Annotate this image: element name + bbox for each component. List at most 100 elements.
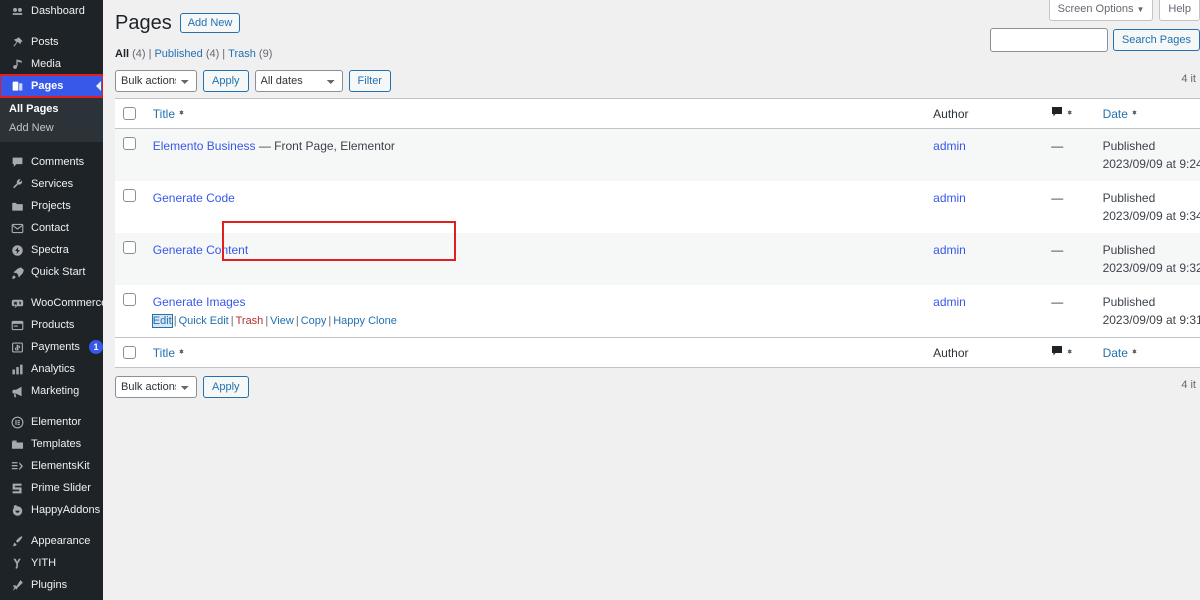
- comment-icon: [9, 154, 25, 170]
- sidebar-item-elementor[interactable]: Elementor: [0, 411, 103, 433]
- apply-button-top[interactable]: Apply: [203, 70, 249, 92]
- sort-title-link[interactable]: Title ▲ ▼: [153, 107, 185, 121]
- row-author-link[interactable]: admin: [933, 295, 966, 309]
- comment-bubble-icon: [1051, 345, 1063, 360]
- sidebar-item-pages[interactable]: Pages: [0, 74, 103, 98]
- sidebar-item-analytics[interactable]: Analytics: [0, 358, 103, 380]
- filter-all-count: (4): [132, 48, 146, 60]
- row-action-clone[interactable]: Happy Clone: [333, 315, 397, 327]
- sidebar-item-quick-start-label: Quick Start: [31, 266, 86, 278]
- happyaddons-icon: [9, 502, 25, 518]
- column-header-date[interactable]: Date ▲ ▼: [1094, 98, 1200, 129]
- sidebar-item-elementskit[interactable]: ElementsKit: [0, 455, 103, 477]
- submenu-item-all-pages[interactable]: All Pages: [9, 100, 103, 119]
- row-title-link[interactable]: Generate Content: [153, 243, 248, 257]
- column-footer-date[interactable]: Date ▲ ▼: [1094, 337, 1200, 368]
- admin-sidebar: Dashboard Posts Media Pages All Pages Add New…: [0, 0, 103, 600]
- row-author-cell: admin: [925, 129, 1043, 182]
- select-all-checkbox-bottom[interactable]: [123, 346, 136, 359]
- folder-icon: [9, 198, 25, 214]
- media-icon: [9, 56, 25, 72]
- sidebar-item-dashboard[interactable]: Dashboard: [0, 0, 103, 22]
- table-header-row: Title ▲ ▼ Author ▲ ▼ Date ▲ ▼: [115, 98, 1200, 129]
- column-header-title[interactable]: Title ▲ ▼: [144, 98, 926, 129]
- row-date-value: 2023/09/09 at 9:31 am: [1102, 313, 1200, 327]
- filter-all[interactable]: All (4) |: [115, 48, 154, 60]
- row-author-link[interactable]: admin: [933, 243, 966, 257]
- sidebar-item-products[interactable]: Products: [0, 314, 103, 336]
- sidebar-item-posts[interactable]: Posts: [0, 31, 103, 53]
- row-checkbox[interactable]: [123, 189, 136, 202]
- sidebar-item-templates[interactable]: Templates: [0, 433, 103, 455]
- sidebar-item-prime-slider[interactable]: Prime Slider: [0, 477, 103, 499]
- sort-date-link[interactable]: Date ▲ ▼: [1103, 107, 1138, 121]
- column-footer-comments[interactable]: ▲ ▼: [1043, 337, 1095, 368]
- page-title: Pages: [115, 12, 172, 34]
- sort-indicator-icon: ▲ ▼: [178, 348, 185, 356]
- filter-trash[interactable]: Trash (9): [228, 48, 272, 60]
- sidebar-item-comments[interactable]: Comments: [0, 151, 103, 173]
- sidebar-item-woocommerce[interactable]: WooCommerce: [0, 292, 103, 314]
- column-date-label-footer: Date: [1102, 345, 1128, 360]
- filter-all-link[interactable]: All: [115, 48, 129, 60]
- sidebar-item-plugins-label: Plugins: [31, 579, 68, 591]
- row-author-link[interactable]: admin: [933, 191, 966, 205]
- sidebar-item-media[interactable]: Media: [0, 53, 103, 75]
- sidebar-item-happyaddons[interactable]: HappyAddons: [0, 499, 103, 521]
- sort-date-link-footer[interactable]: Date ▲ ▼: [1103, 346, 1138, 360]
- sort-comments-link[interactable]: ▲ ▼: [1051, 106, 1073, 121]
- submenu-item-add-new[interactable]: Add New: [9, 119, 103, 138]
- tablenav-top: Bulk actionsEditMove to Trash Apply All …: [115, 70, 1200, 92]
- sidebar-item-users[interactable]: Users: [0, 596, 103, 600]
- row-date-cell: Published 2023/09/09 at 9:24 am: [1095, 129, 1200, 182]
- table-head: Title ▲ ▼ Author ▲ ▼ Date ▲ ▼: [115, 98, 1200, 129]
- apply-button-bottom[interactable]: Apply: [203, 376, 249, 398]
- row-action-trash[interactable]: Trash: [236, 315, 264, 327]
- sort-title-link-footer[interactable]: Title ▲ ▼: [153, 346, 185, 360]
- sidebar-item-plugins[interactable]: Plugins: [0, 574, 103, 596]
- sidebar-item-quick-start[interactable]: Quick Start: [0, 261, 103, 283]
- sidebar-item-yith[interactable]: YITH: [0, 552, 103, 574]
- column-header-comments[interactable]: ▲ ▼: [1043, 98, 1095, 129]
- search-pages-button[interactable]: Search Pages: [1112, 29, 1200, 51]
- filter-published[interactable]: Published (4) |: [154, 48, 228, 60]
- filter-trash-link[interactable]: Trash: [228, 48, 256, 60]
- bulk-actions-select-top[interactable]: Bulk actionsEditMove to Trash: [115, 70, 197, 92]
- sidebar-item-marketing[interactable]: Marketing: [0, 380, 103, 402]
- row-checkbox[interactable]: [123, 137, 136, 150]
- row-action-inline[interactable]: Quick Edit: [179, 315, 229, 327]
- row-checkbox[interactable]: [123, 241, 136, 254]
- sort-comments-link-footer[interactable]: ▲ ▼: [1051, 345, 1073, 360]
- sidebar-item-contact[interactable]: Contact: [0, 217, 103, 239]
- column-footer-title[interactable]: Title ▲ ▼: [144, 337, 926, 368]
- date-filter-select[interactable]: All datesSeptember 2023: [254, 70, 343, 92]
- add-new-button[interactable]: Add New: [179, 13, 241, 33]
- plugins-icon: [9, 577, 25, 593]
- row-checkbox[interactable]: [123, 293, 136, 306]
- row-action-copy[interactable]: Copy: [301, 315, 327, 327]
- sidebar-item-happyaddons-label: HappyAddons: [31, 504, 101, 516]
- row-title-link[interactable]: Generate Images: [153, 295, 246, 309]
- table-foot: Title ▲ ▼ Author ▲ ▼ Date ▲ ▼: [115, 337, 1200, 368]
- row-title-link[interactable]: Elemento Business: [153, 139, 256, 153]
- sidebar-item-appearance[interactable]: Appearance: [0, 530, 103, 552]
- row-title-link[interactable]: Generate Code: [153, 191, 235, 205]
- search-input[interactable]: [989, 28, 1108, 52]
- row-comments-cell: —: [1051, 295, 1064, 309]
- row-action-edit[interactable]: Edit: [151, 314, 173, 328]
- row-author-link[interactable]: admin: [933, 139, 966, 153]
- bar-chart-icon: [9, 361, 25, 377]
- sidebar-item-services[interactable]: Services: [0, 173, 103, 195]
- sidebar-item-spectra[interactable]: Spectra: [0, 239, 103, 261]
- sidebar-item-payments[interactable]: Payments 1: [0, 336, 103, 358]
- row-action-view[interactable]: View: [270, 315, 294, 327]
- filter-button[interactable]: Filter: [348, 70, 391, 92]
- column-author-label: Author: [933, 106, 969, 121]
- row-title-cell: Elemento Business — Front Page, Elemento…: [145, 129, 925, 182]
- sidebar-item-products-label: Products: [31, 319, 75, 331]
- select-all-checkbox-top[interactable]: [123, 107, 136, 120]
- bulk-actions-select-bottom[interactable]: Bulk actionsEditMove to Trash: [115, 376, 197, 398]
- filter-trash-count: (9): [258, 48, 273, 60]
- filter-published-link[interactable]: Published: [154, 48, 202, 60]
- sidebar-item-projects[interactable]: Projects: [0, 195, 103, 217]
